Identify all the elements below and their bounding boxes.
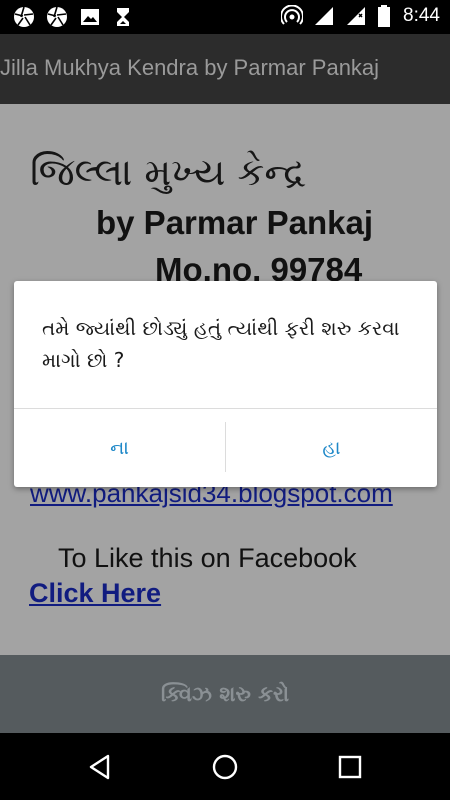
aperture-icon bbox=[12, 5, 36, 29]
recents-icon[interactable] bbox=[334, 751, 366, 783]
action-bar: Jilla Mukhya Kendra by Parmar Pankaj bbox=[0, 34, 450, 104]
system-icons: 8:44 bbox=[281, 5, 440, 27]
author-line: by Parmar Pankaj bbox=[96, 204, 373, 241]
navigation-bar bbox=[0, 733, 450, 800]
click-here-link[interactable]: Click Here bbox=[29, 578, 161, 609]
back-icon[interactable] bbox=[84, 751, 116, 783]
yes-button[interactable]: હા bbox=[226, 409, 437, 487]
signal-icon bbox=[315, 7, 334, 25]
gujarati-heading: જિલ્લા મુખ્ય કેન્દ્ર bbox=[30, 150, 306, 194]
hotspot-icon bbox=[281, 5, 304, 25]
aperture-icon bbox=[45, 5, 69, 29]
clock: 8:44 bbox=[403, 5, 440, 26]
no-button[interactable]: ના bbox=[14, 409, 225, 487]
signal-icon bbox=[347, 7, 366, 25]
app-title: Jilla Mukhya Kendra by Parmar Pankaj bbox=[0, 55, 380, 80]
home-icon[interactable] bbox=[209, 751, 241, 783]
start-quiz-button[interactable]: ક્વિઝ શરુ કરો bbox=[0, 655, 450, 733]
image-icon bbox=[78, 5, 102, 29]
facebook-like-text: To Like this on Facebook bbox=[58, 543, 357, 573]
dialog-message: તમે જ્યાંથી છોડ્યું હતું ત્યાંથી ફરી શરુ… bbox=[42, 316, 400, 372]
start-quiz-label: ક્વિઝ શરુ કરો bbox=[160, 681, 290, 706]
status-bar: 8:44 bbox=[0, 0, 450, 34]
resume-dialog: તમે જ્યાંથી છોડ્યું હતું ત્યાંથી ફરી શરુ… bbox=[14, 281, 437, 487]
battery-icon bbox=[378, 5, 391, 27]
notification-icons bbox=[12, 5, 135, 29]
hourglass-icon bbox=[111, 5, 135, 29]
